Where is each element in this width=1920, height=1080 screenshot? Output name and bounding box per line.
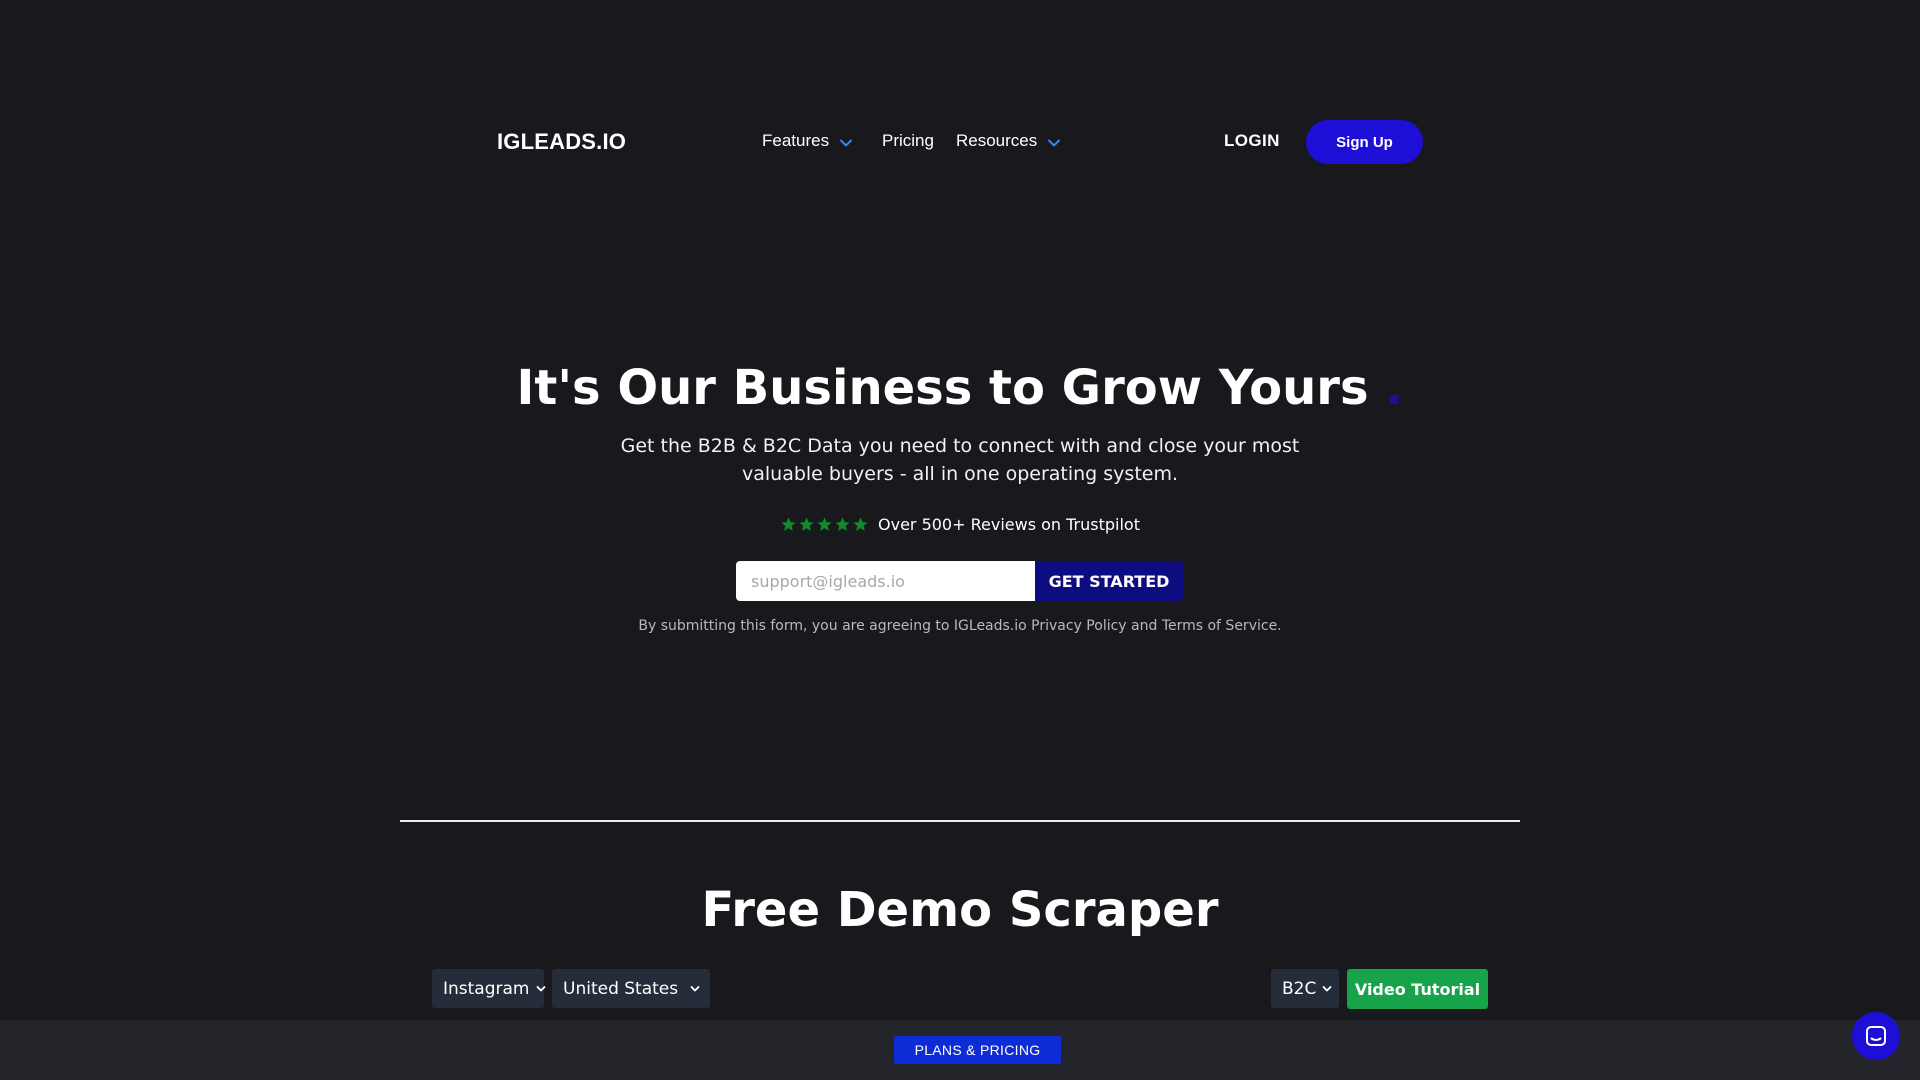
chevron-down-icon	[1322, 984, 1332, 994]
chevron-down-icon	[839, 136, 853, 150]
hero-title: It's Our Business to Grow Yours .	[0, 360, 1920, 416]
star-icon	[780, 516, 797, 533]
lead-type-select-value: B2C	[1282, 978, 1317, 999]
star-icon	[834, 516, 851, 533]
email-field[interactable]	[736, 561, 1035, 601]
sticky-bottom-bar: PLANS & PRICING	[0, 1020, 1920, 1080]
get-started-button[interactable]: GET STARTED	[1035, 561, 1183, 601]
demo-section-title: Free Demo Scraper	[701, 882, 1219, 938]
nav-item-features[interactable]: Features	[762, 131, 853, 151]
nav-item-pricing[interactable]: Pricing	[882, 131, 934, 151]
signup-button[interactable]: Sign Up	[1306, 120, 1423, 164]
nav-item-label: Features	[762, 131, 830, 150]
trustpilot-reviews[interactable]: Over 500+ Reviews on Trustpilot	[0, 515, 1920, 534]
platform-select[interactable]: Instagram	[432, 969, 546, 1008]
star-icon	[816, 516, 833, 533]
nav-item-label: Pricing	[882, 131, 934, 150]
nav-item-resources[interactable]: Resources	[956, 131, 1061, 151]
plans-pricing-button[interactable]: PLANS & PRICING	[894, 1036, 1061, 1064]
site-logo[interactable]: IGLEADS.IO	[497, 129, 626, 155]
hero-title-dot: .	[1385, 360, 1404, 416]
chevron-down-icon	[690, 984, 700, 994]
rating-stars	[780, 516, 869, 533]
hero-title-text: It's Our Business to Grow Yours	[516, 360, 1369, 416]
chevron-down-icon	[1047, 136, 1061, 150]
signup-email-form: GET STARTED	[736, 561, 1183, 601]
star-icon	[798, 516, 815, 533]
section-divider	[400, 820, 1520, 822]
country-select[interactable]: United States	[552, 969, 710, 1008]
chevron-down-icon	[536, 984, 546, 994]
chat-icon	[1864, 1024, 1888, 1048]
star-icon	[852, 516, 869, 533]
login-link[interactable]: LOGIN	[1224, 131, 1280, 151]
hero-subtitle: Get the B2B & B2C Data you need to conne…	[620, 435, 1300, 485]
country-select-value: United States	[563, 978, 679, 999]
video-tutorial-button[interactable]: Video Tutorial	[1347, 969, 1488, 1009]
legal-disclaimer: By submitting this form, you are agreein…	[638, 618, 1282, 634]
lead-type-select[interactable]: B2C	[1271, 969, 1339, 1008]
platform-select-value: Instagram	[443, 978, 530, 999]
top-nav: IGLEADS.IO Features Pricing Resources LO…	[0, 120, 1920, 164]
reviews-text: Over 500+ Reviews on Trustpilot	[878, 515, 1140, 534]
nav-item-label: Resources	[956, 131, 1038, 150]
chat-launcher-button[interactable]	[1852, 1012, 1900, 1060]
